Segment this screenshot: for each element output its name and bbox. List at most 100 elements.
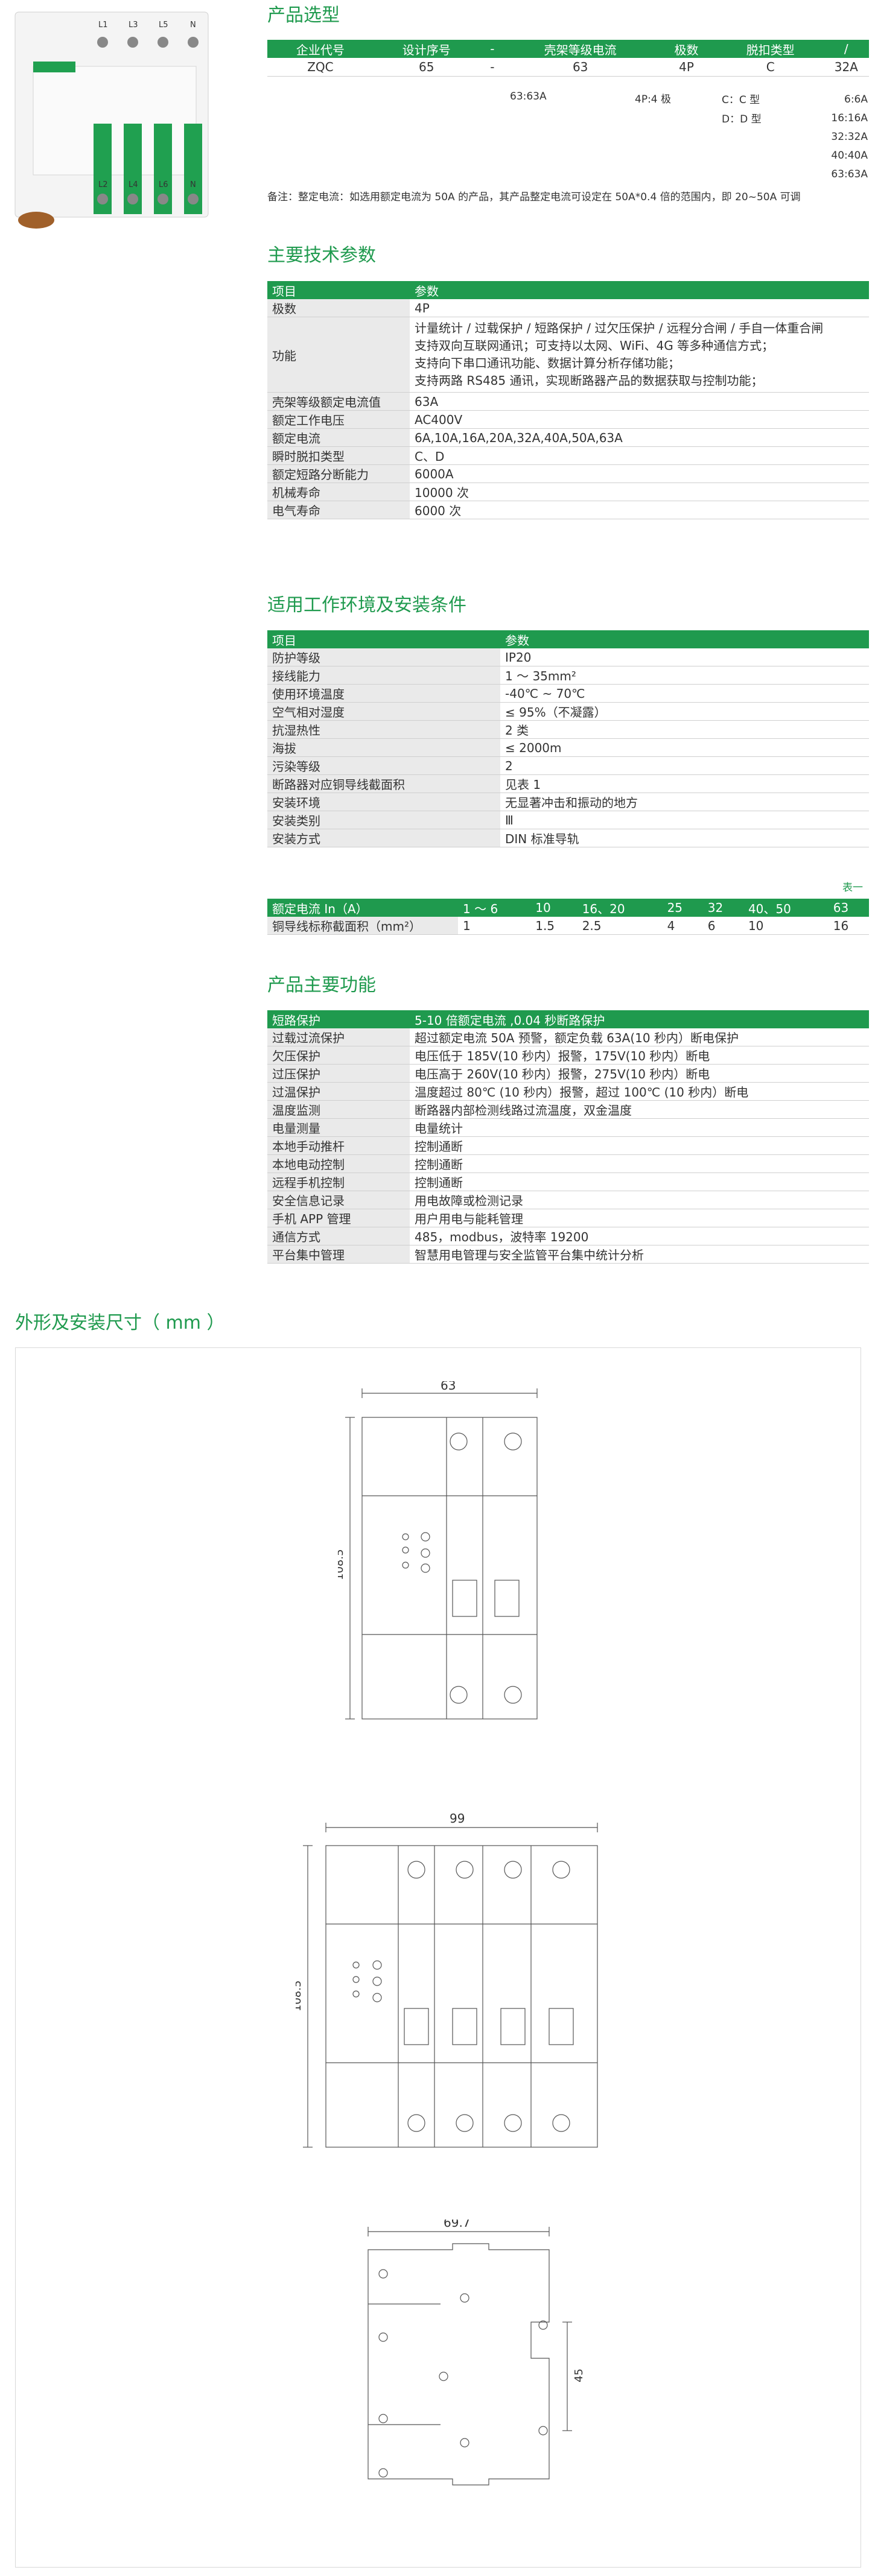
table1-header: 额定电流 In（A）: [267, 899, 458, 917]
functions-header: 5-10 倍额定电流 ,0.04 秒断路保护: [410, 1010, 869, 1028]
env-value: 1 ～ 35mm²: [500, 666, 869, 685]
trip-note: D：D 型: [722, 113, 762, 125]
table1-header: 32: [702, 899, 743, 917]
env-header-row: 项目 参数: [267, 630, 869, 648]
function-key: 欠压保护: [267, 1046, 410, 1065]
tech-key: 壳架等级额定电流值: [267, 392, 410, 411]
function-value: 用电故障或检测记录: [410, 1191, 869, 1209]
env-key: 断路器对应铜导线截面积: [267, 774, 500, 793]
function-value: 485，modbus，波特率 19200: [410, 1227, 869, 1245]
function-row: 远程手机控制 控制通断: [267, 1172, 869, 1191]
tech-key: 额定短路分断能力: [267, 464, 410, 483]
env-row: 污染等级 2: [267, 756, 869, 775]
tech-value: 6A,10A,16A,20A,32A,40A,50A,63A: [410, 428, 869, 447]
selection-value: 63: [572, 60, 588, 74]
function-value: 电压高于 260V(10 秒内）报警，275V(10 秒内）断电: [410, 1064, 869, 1083]
env-row: 防护等级 IP20: [267, 648, 869, 666]
table1-value: 铜导线标称截面积（mm²）: [267, 917, 458, 935]
table1-value: 16: [828, 917, 869, 935]
tech-key: 电气寿命: [267, 501, 410, 519]
env-key: 安装类别: [267, 811, 500, 829]
env-key: 海拔: [267, 738, 500, 757]
tech-row: 壳架等级额定电流值 63A: [267, 392, 869, 411]
env-value: 2: [500, 756, 869, 775]
table1-value: 1: [458, 917, 531, 935]
terminal-label: L4: [129, 180, 138, 189]
tech-row: 额定短路分断能力 6000A: [267, 464, 869, 483]
function-key: 本地电动控制: [267, 1154, 410, 1173]
dimension-height: 108.5: [338, 1549, 346, 1580]
tech-title: 主要技术参数: [267, 245, 376, 266]
dimension-width: 63: [441, 1381, 456, 1393]
functions-header-row: 短路保护 5-10 倍额定电流 ,0.04 秒断路保护: [267, 1010, 869, 1028]
tech-value-line: 支持向下串口通讯功能、数据计算分析存储功能；: [415, 356, 680, 370]
function-value: 控制通断: [410, 1154, 869, 1173]
terminal-label: N: [190, 21, 196, 30]
trip-notes: C：C 型 D：D 型: [722, 90, 762, 129]
env-value: IP20: [500, 648, 869, 666]
terminal-label: N: [190, 180, 196, 189]
selection-header: -: [479, 40, 506, 58]
current-note: 32:32A: [831, 131, 868, 143]
table1-header: 40、50: [743, 899, 829, 917]
tech-row: 功能 计量统计 / 过载保护 / 短路保护 / 过欠压保护 / 远程分合闸 / …: [267, 317, 869, 393]
table1-value-row: 铜导线标称截面积（mm²） 1 1.5 2.5 4 6 10 16: [267, 917, 869, 935]
table1-header: 16、20: [577, 899, 663, 917]
selection-value: ZQC: [307, 60, 334, 74]
env-row: 安装类别 Ⅲ: [267, 811, 869, 829]
dimension-width: 69.7: [444, 2220, 471, 2230]
env-row: 安装环境 无显著冲击和振动的地方: [267, 793, 869, 811]
selection-header-row: 企业代号 设计序号 - 壳架等级电流 极数 脱扣类型 /: [267, 40, 869, 58]
function-key: 过载过流保护: [267, 1028, 410, 1046]
function-key: 通信方式: [267, 1227, 410, 1245]
tech-value: 4P: [410, 299, 869, 317]
env-title: 适用工作环境及安装条件: [267, 595, 466, 616]
function-row: 温度监测 断路器内部检测线路过流温度，双金温度: [267, 1100, 869, 1119]
product-image: L1 L3 L5 N L2 L4 L6 N: [14, 11, 209, 229]
tech-row: 额定电流 6A,10A,16A,20A,32A,40A,50A,63A: [267, 428, 869, 447]
selection-table: 企业代号 设计序号 - 壳架等级电流 极数 脱扣类型 / ZQC 65 - 63…: [267, 40, 869, 77]
env-value: 2 类: [500, 720, 869, 739]
selection-header: 极数: [655, 40, 718, 58]
tech-value-line: 支持两路 RS485 通讯，实现断路器产品的数据获取与控制功能；: [415, 373, 763, 388]
selection-header: /: [823, 40, 869, 58]
tech-header: 参数: [410, 281, 869, 299]
tech-key: 机械寿命: [267, 483, 410, 501]
env-row: 断路器对应铜导线截面积 见表 1: [267, 774, 869, 793]
function-key: 本地手动推杆: [267, 1136, 410, 1155]
terminal-label: L6: [159, 180, 168, 189]
function-row: 本地电动控制 控制通断: [267, 1154, 869, 1173]
table1-header: 1 ～ 6: [458, 899, 531, 917]
env-row: 接线能力 1 ～ 35mm²: [267, 666, 869, 685]
function-row: 过压保护 电压高于 260V(10 秒内）报警，275V(10 秒内）断电: [267, 1064, 869, 1083]
function-value: 电量统计: [410, 1118, 869, 1137]
function-key: 安全信息记录: [267, 1191, 410, 1209]
env-key: 安装环境: [267, 793, 500, 811]
tech-value-multi: 计量统计 / 过载保护 / 短路保护 / 过欠压保护 / 远程分合闸 / 手自一…: [410, 317, 869, 393]
env-key: 安装方式: [267, 829, 500, 847]
env-row: 抗湿热性 2 类: [267, 720, 869, 739]
env-value: ≤ 95%（不凝露）: [500, 702, 869, 721]
tech-key: 额定工作电压: [267, 410, 410, 429]
dimension-drawing-side: 69.7 45: [368, 2220, 585, 2486]
selection-header: 企业代号: [267, 40, 374, 58]
terminal-label: L3: [129, 21, 138, 30]
dimension-drawing-4p: 99 108.5: [296, 1811, 598, 2148]
table1-value: 10: [743, 917, 829, 935]
tech-header-row: 项目 参数: [267, 281, 869, 299]
trip-note: C：C 型: [722, 94, 760, 106]
function-row: 电量测量 电量统计: [267, 1118, 869, 1137]
selection-value: 4P: [679, 60, 694, 74]
env-header: 参数: [500, 630, 869, 648]
selection-value: 65: [418, 60, 434, 74]
env-key: 抗湿热性: [267, 720, 500, 739]
frame-note: 63:63A: [510, 90, 547, 103]
env-value: 见表 1: [500, 774, 869, 793]
dimensions-title: 外形及安装尺寸（ mm ）: [15, 1312, 225, 1334]
env-value: -40℃ ~ 70℃: [500, 684, 869, 703]
table1-header-row: 额定电流 In（A） 1 ～ 6 10 16、20 25 32 40、50 63: [267, 899, 869, 917]
env-row: 安装方式 DIN 标准导轨: [267, 829, 869, 847]
env-key: 防护等级: [267, 648, 500, 666]
tech-row: 机械寿命 10000 次: [267, 483, 869, 501]
selection-header: 脱扣类型: [717, 40, 824, 58]
